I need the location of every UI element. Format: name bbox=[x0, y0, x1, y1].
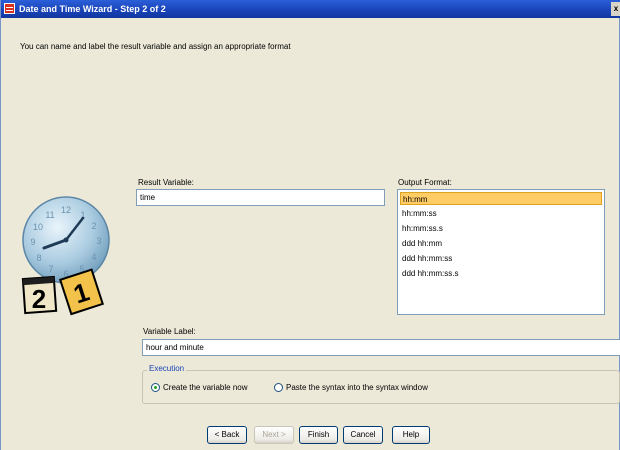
window-title: Date and Time Wizard - Step 2 of 2 bbox=[19, 4, 166, 14]
calendar-page-left: 2 bbox=[21, 275, 58, 315]
clock-number: 2 bbox=[91, 221, 96, 231]
format-option-ddd-hh-mm[interactable]: ddd hh:mm bbox=[400, 237, 602, 250]
variable-label-label: Variable Label: bbox=[143, 327, 196, 336]
variable-label-input[interactable]: hour and minute bbox=[142, 339, 620, 356]
result-variable-label: Result Variable: bbox=[138, 178, 194, 187]
clock-number: 4 bbox=[91, 252, 96, 262]
format-option-hh-mm-ss-s[interactable]: hh:mm:ss.s bbox=[400, 222, 602, 235]
wizard-window: Date and Time Wizard - Step 2 of 2 x You… bbox=[0, 0, 620, 450]
clock-number: 9 bbox=[30, 237, 35, 247]
help-button[interactable]: Help bbox=[392, 426, 430, 444]
instruction-text: You can name and label the result variab… bbox=[20, 42, 291, 51]
clock-number: 11 bbox=[45, 210, 54, 220]
clock-number: 10 bbox=[33, 222, 43, 232]
calendar-digit-left: 2 bbox=[32, 284, 46, 314]
clock-calendar-illustration: 12 1 2 3 4 5 6 7 8 9 10 11 2 1 bbox=[21, 196, 110, 316]
clock-number: 12 bbox=[61, 205, 71, 215]
paste-syntax-radio[interactable] bbox=[274, 383, 283, 392]
output-format-list[interactable]: hh:mm hh:mm:ss hh:mm:ss.s ddd hh:mm ddd … bbox=[397, 189, 605, 315]
close-button[interactable]: x bbox=[611, 2, 620, 16]
format-option-hh-mm-ss[interactable]: hh:mm:ss bbox=[400, 207, 602, 220]
clock-number: 8 bbox=[36, 253, 41, 263]
cancel-button[interactable]: Cancel bbox=[343, 426, 383, 444]
output-format-label: Output Format: bbox=[398, 178, 452, 187]
clock-number: 7 bbox=[48, 264, 53, 274]
clock-number: 3 bbox=[96, 236, 101, 246]
paste-syntax-label[interactable]: Paste the syntax into the syntax window bbox=[286, 383, 428, 392]
format-option-hh-mm[interactable]: hh:mm bbox=[400, 192, 602, 205]
format-option-ddd-hh-mm-ss-s[interactable]: ddd hh:mm:ss.s bbox=[400, 267, 602, 280]
finish-button[interactable]: Finish bbox=[299, 426, 338, 444]
title-bar[interactable]: Date and Time Wizard - Step 2 of 2 x bbox=[1, 0, 620, 18]
app-icon bbox=[4, 3, 15, 14]
create-now-radio[interactable] bbox=[151, 383, 160, 392]
execution-legend: Execution bbox=[147, 364, 187, 373]
format-option-ddd-hh-mm-ss[interactable]: ddd hh:mm:ss bbox=[400, 252, 602, 265]
next-button[interactable]: Next > bbox=[254, 426, 294, 444]
result-variable-input[interactable]: time bbox=[136, 189, 385, 206]
back-button[interactable]: < Back bbox=[207, 426, 247, 444]
create-now-label[interactable]: Create the variable now bbox=[163, 383, 248, 392]
